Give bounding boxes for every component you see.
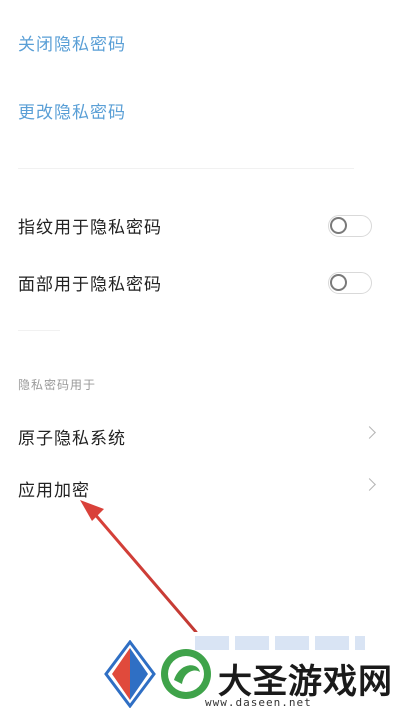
watermark-url: www.daseen.net <box>205 696 312 709</box>
app-encryption-row[interactable]: 应用加密 <box>0 468 400 508</box>
atomic-privacy-system-label: 原子隐私系统 <box>18 429 126 449</box>
fingerprint-toggle[interactable] <box>328 215 372 237</box>
privacy-password-settings-screen: 关闭隐私密码 更改隐私密码 指纹用于隐私密码 面部用于隐私密码 隐私密码用于 原… <box>0 0 400 714</box>
app-encryption-label: 应用加密 <box>18 481 90 501</box>
face-toggle[interactable] <box>328 272 372 294</box>
watermark-logo-icon <box>104 640 211 708</box>
chevron-right-icon <box>363 478 376 491</box>
face-setting-row[interactable]: 面部用于隐私密码 <box>0 262 400 302</box>
chevron-right-icon <box>363 426 376 439</box>
toggle-knob-icon <box>330 274 347 291</box>
fingerprint-setting-label: 指纹用于隐私密码 <box>18 218 162 238</box>
fingerprint-setting-row[interactable]: 指纹用于隐私密码 <box>0 205 400 245</box>
watermark-faint-text <box>195 636 365 650</box>
face-setting-label: 面部用于隐私密码 <box>18 275 162 295</box>
close-privacy-password-link[interactable]: 关闭隐私密码 <box>18 30 126 55</box>
section-header: 隐私密码用于 <box>18 378 97 392</box>
section-divider <box>18 330 60 331</box>
atomic-privacy-system-row[interactable]: 原子隐私系统 <box>0 416 400 456</box>
toggle-knob-icon <box>330 217 347 234</box>
change-privacy-password-link[interactable]: 更改隐私密码 <box>18 98 126 123</box>
section-divider <box>18 168 354 169</box>
